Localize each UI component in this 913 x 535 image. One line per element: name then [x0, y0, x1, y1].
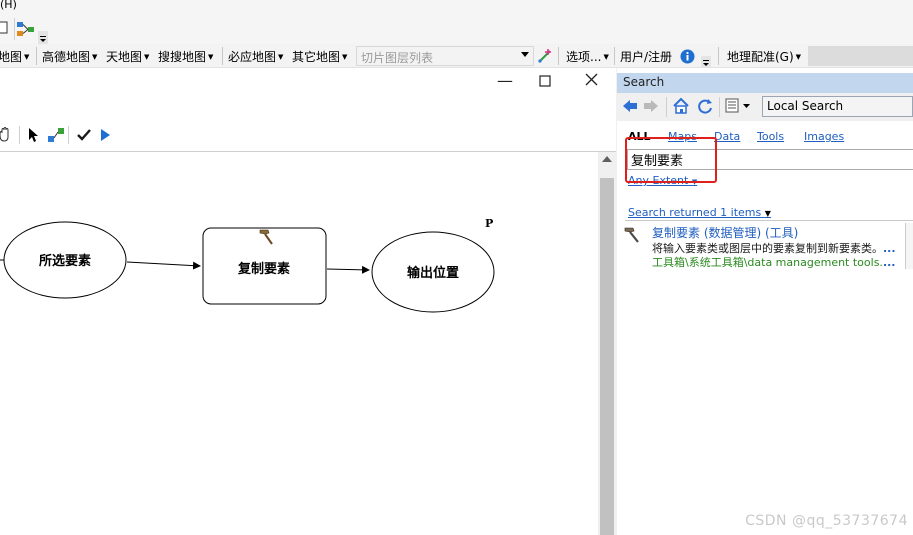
connector-tool-to-output — [326, 265, 370, 274]
toolbar-spacer — [808, 46, 913, 66]
minimize-button[interactable]: — — [497, 71, 513, 90]
bing-map-button[interactable]: 必应地图 ▼ — [228, 48, 283, 65]
menu-bar: (H) — [0, 0, 913, 14]
soso-map-button[interactable]: 搜搜地图 ▼ — [158, 48, 213, 65]
forward-arrow-icon[interactable] — [643, 98, 659, 114]
search-scope-dropdown[interactable]: Local Search — [762, 96, 913, 117]
model-builder-window: — 所选要素 复制要素 输出位置 P — [0, 68, 616, 535]
maximize-icon — [539, 75, 551, 87]
maximize-button[interactable] — [539, 72, 551, 91]
watermark: CSDN @qq_53737674 — [745, 513, 908, 529]
validate-check-icon[interactable] — [76, 127, 92, 143]
search-toolbar: Local Search — [617, 93, 913, 121]
gaode-map-button[interactable]: 高德地图 ▼ — [42, 48, 97, 65]
map-menu-button[interactable]: 地图 ▼ — [0, 48, 29, 65]
search-result-item[interactable]: 复制要素 (数据管理) (工具) 将输入要素类或图层中的要素复制到新要素类。..… — [617, 223, 913, 273]
input-node-label: 所选要素 — [39, 254, 92, 269]
search-pane-header: Search — [617, 73, 913, 93]
toolbar-divider — [718, 47, 719, 65]
extent-filter-link[interactable]: Any Extent ▼ — [628, 174, 697, 187]
view-options-icon[interactable] — [725, 98, 753, 114]
tile-layer-list[interactable]: 切片图层列表 — [356, 46, 534, 66]
select-arrow-icon[interactable] — [26, 127, 40, 143]
result-title-link[interactable]: 复制要素 (数据管理) (工具) — [652, 224, 798, 241]
model-toolbar — [0, 98, 616, 152]
toolbar-divider — [36, 47, 37, 65]
options-button[interactable]: 选项... ▼ — [566, 48, 609, 65]
filter-tab-data[interactable]: Data — [714, 130, 740, 143]
results-count-link[interactable]: Search returned 1 items ▼ — [628, 206, 771, 219]
window-title-bar: — — [0, 68, 616, 98]
filter-tab-all[interactable]: ALL — [628, 130, 651, 143]
result-path: 工具箱\系统工具箱\data management tools.... — [652, 256, 896, 269]
toolbar-divider — [19, 126, 20, 144]
user-register-button[interactable]: 用户/注册 — [620, 48, 672, 65]
results-divider — [625, 220, 913, 221]
close-button[interactable] — [585, 71, 598, 90]
toolbar-divider — [68, 126, 69, 144]
toolbar-overflow-icon[interactable] — [38, 31, 48, 45]
refresh-icon[interactable] — [696, 97, 714, 115]
toolbar-overflow-icon[interactable] — [701, 56, 711, 68]
parameter-marker: P — [485, 217, 494, 230]
georeferencing-button[interactable]: 地理配准(G) ▼ — [727, 48, 801, 65]
toolbar-divider — [14, 18, 15, 40]
connector-input-to-tool — [126, 261, 201, 270]
pan-hand-icon[interactable] — [0, 126, 14, 142]
connect-tool-icon[interactable] — [47, 126, 65, 144]
window-icon[interactable] — [0, 20, 10, 36]
toolbar-divider — [614, 47, 615, 65]
search-input[interactable] — [627, 149, 913, 170]
model-diagram — [0, 221, 495, 313]
output-node-label: 输出位置 — [407, 266, 460, 281]
model-canvas[interactable]: 所选要素 复制要素 输出位置 P — [0, 152, 598, 535]
model-builder-icon[interactable] — [16, 20, 36, 38]
run-play-icon[interactable] — [98, 127, 112, 143]
add-point-icon[interactable] — [536, 47, 554, 65]
tool-hammer-icon — [622, 225, 642, 245]
back-arrow-icon[interactable] — [622, 98, 638, 114]
toolbar-divider — [666, 97, 667, 117]
standard-toolbar — [0, 14, 913, 45]
toolbar-divider — [558, 47, 559, 65]
toolbar-divider — [719, 97, 720, 117]
result-scrollbar[interactable] — [905, 223, 913, 269]
map-services-toolbar: 地图 ▼ 高德地图 ▼ 天地图 ▼ 搜搜地图 ▼ 必应地图 ▼ 其它地图 ▼ 切片图层列表 … — [0, 44, 913, 68]
filter-tab-tools[interactable]: Tools — [757, 130, 784, 143]
close-icon — [585, 73, 598, 86]
scroll-up-icon[interactable] — [602, 156, 612, 162]
home-icon[interactable] — [672, 97, 690, 115]
menu-item-help[interactable]: (H) — [0, 0, 17, 11]
tianditu-map-button[interactable]: 天地图 ▼ — [106, 48, 149, 65]
search-pane: Search Local Search ALL Maps Data Tools … — [617, 68, 913, 535]
vertical-scrollbar[interactable] — [598, 152, 616, 535]
scrollbar-thumb[interactable] — [600, 178, 614, 535]
chevron-down-icon — [521, 52, 529, 57]
filter-tab-images[interactable]: Images — [804, 130, 844, 143]
toolbar-divider — [222, 47, 223, 65]
other-maps-button[interactable]: 其它地图 ▼ — [292, 48, 347, 65]
info-icon[interactable] — [680, 49, 695, 64]
filter-tab-maps[interactable]: Maps — [668, 130, 697, 143]
tool-node-label: 复制要素 — [238, 262, 291, 277]
